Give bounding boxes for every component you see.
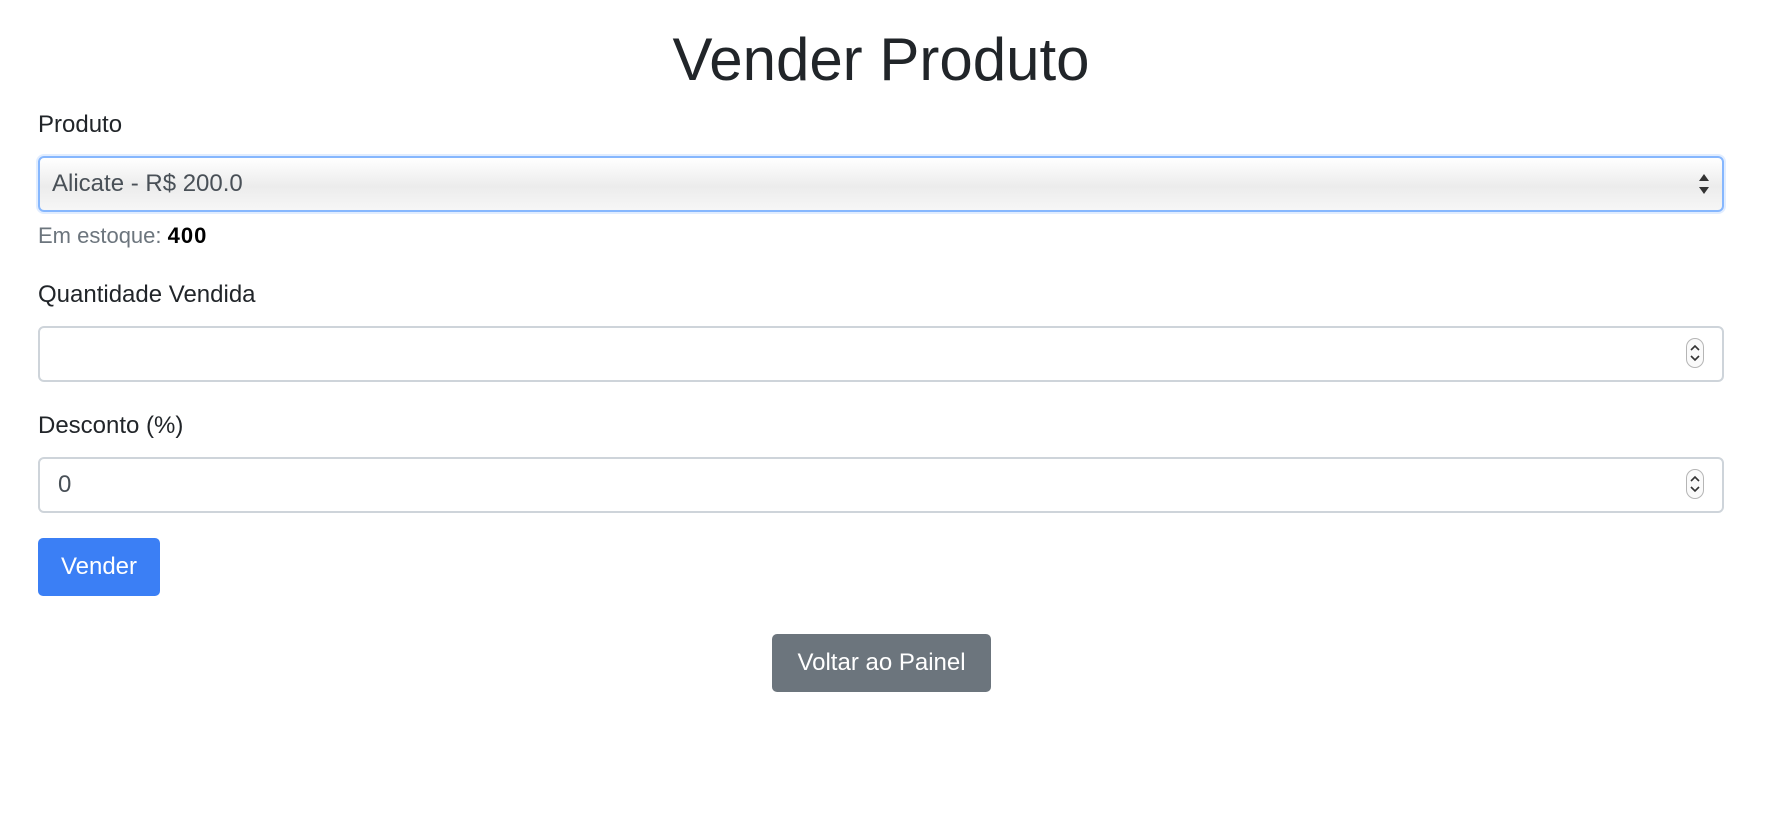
stock-value: 400 <box>167 223 208 248</box>
discount-input-value: 0 <box>58 471 72 498</box>
stock-info: Em estoque: 400 <box>38 222 207 250</box>
discount-label: Desconto (%) <box>38 412 184 439</box>
product-label: Produto <box>38 111 123 138</box>
quantity-input[interactable] <box>38 326 1724 382</box>
quantity-stepper-icon[interactable] <box>1686 338 1704 368</box>
back-to-dashboard-button[interactable]: Voltar ao Painel <box>772 634 991 692</box>
page-title: Vender Produto <box>672 26 1090 93</box>
discount-input[interactable]: 0 <box>38 457 1724 513</box>
product-select[interactable]: Alicate - R$ 200.0 <box>38 156 1724 212</box>
sell-button[interactable]: Vender <box>38 538 160 596</box>
stock-label: Em estoque: <box>38 223 162 248</box>
sell-product-page: Vender Produto Produto Alicate - R$ 200.… <box>0 0 1786 828</box>
select-arrows-icon <box>1696 171 1712 197</box>
discount-stepper-icon[interactable] <box>1686 469 1704 499</box>
product-select-value: Alicate - R$ 200.0 <box>52 170 243 197</box>
quantity-label: Quantidade Vendida <box>38 281 256 308</box>
